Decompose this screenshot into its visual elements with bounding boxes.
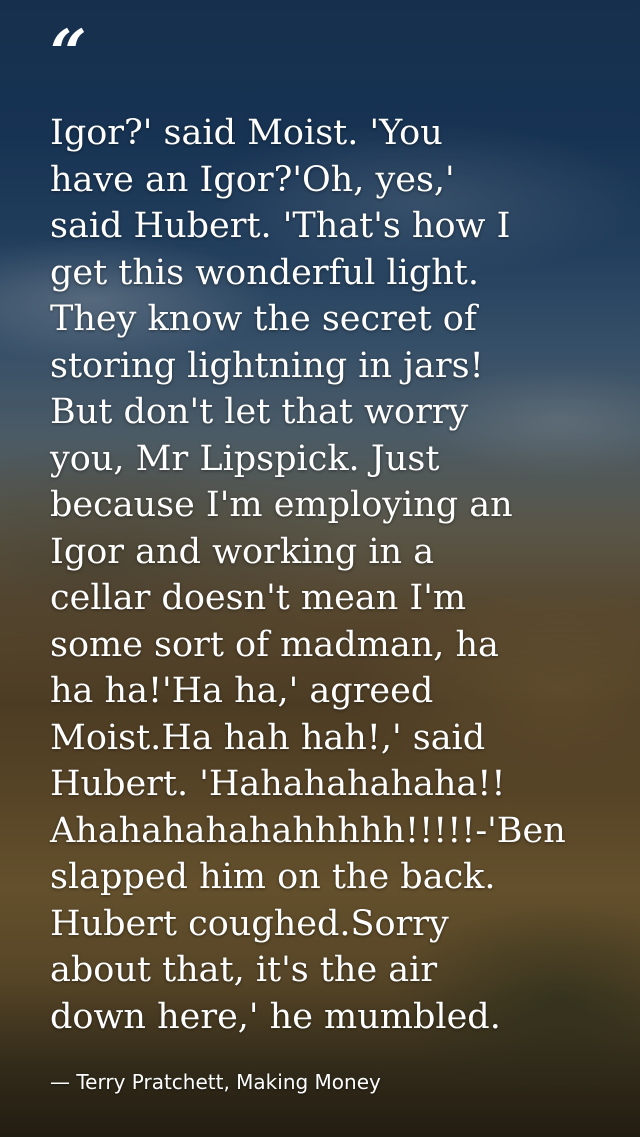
quote-line: because I'm employing an [50, 485, 513, 525]
quote-line: get this wonderful light. [50, 252, 479, 293]
quote-line: cellar doesn't mean I'm [50, 578, 467, 618]
quote-text: Igor?' said Moist. 'You have an Igor?'Oh… [50, 110, 640, 1040]
quote-line: storing lightning in jars! [50, 345, 484, 386]
quote-line: Moist.Ha hah hah!,' said [50, 717, 486, 758]
quote-attribution: — Terry Pratchett, Making Money [50, 1070, 381, 1094]
quote-card: “ Igor?' said Moist. 'You have an Igor?'… [0, 0, 640, 1137]
quote-line: Igor?' said Moist. 'You [50, 113, 443, 153]
quote-line: slapped him on the back. [50, 857, 496, 897]
quote-line: Hubert coughed.Sorry [50, 903, 449, 944]
quote-line: down here,' he mumbled. [50, 996, 501, 1037]
quote-mark-icon: “ [50, 16, 87, 91]
quote-line: you, Mr Lipspick. Just [50, 438, 440, 479]
quote-line: They know the secret of [50, 299, 477, 339]
quote-line: Ahahahahahahhhhh!!!!!-'Ben [50, 810, 566, 851]
quote-line: Hubert. 'Hahahahahaha!! [50, 764, 506, 804]
quote-line: about that, it's the air [50, 950, 438, 990]
quote-line: said Hubert. 'That's how I [50, 206, 511, 246]
quote-line: ha ha!'Ha ha,' agreed [50, 671, 434, 711]
quote-line: Igor and working in a [50, 531, 435, 572]
quote-line: But don't let that worry [50, 392, 469, 432]
quote-line: some sort of madman, ha [50, 624, 499, 665]
quote-line: have an Igor?'Oh, yes,' [50, 159, 455, 200]
